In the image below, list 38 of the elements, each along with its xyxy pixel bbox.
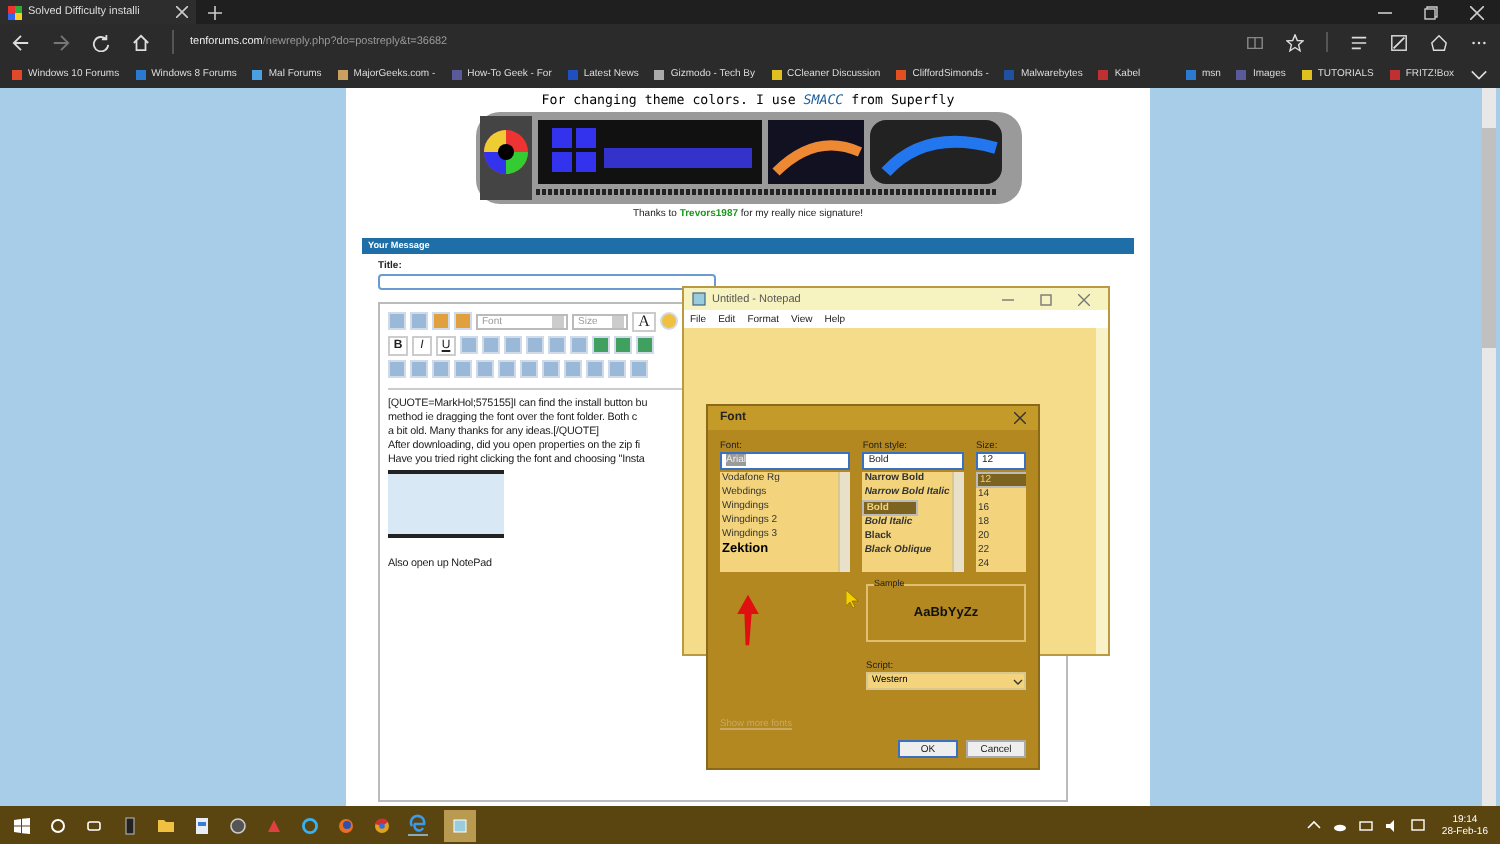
app-icon[interactable] <box>120 815 140 835</box>
hub-icon[interactable] <box>1350 33 1368 51</box>
screenshot-thumbnail[interactable] <box>388 470 504 538</box>
refresh-icon[interactable] <box>92 33 110 51</box>
chevron-up-icon[interactable] <box>1305 817 1322 833</box>
chrome-icon[interactable] <box>372 815 392 835</box>
notepad-icon[interactable] <box>444 809 476 841</box>
forward-icon[interactable] <box>52 33 70 51</box>
back-icon[interactable] <box>12 33 30 51</box>
title-field[interactable] <box>378 274 716 290</box>
share-icon[interactable] <box>1430 33 1448 51</box>
maximize-icon[interactable] <box>1040 293 1052 305</box>
scrollbar[interactable] <box>952 472 964 572</box>
font-color-button[interactable]: A <box>632 311 656 331</box>
mouse-pointer-icon <box>846 590 858 608</box>
internet-explorer-icon[interactable] <box>300 815 320 835</box>
site-logo-icon <box>8 5 22 19</box>
notification-icon[interactable] <box>1409 817 1426 833</box>
scrollbar[interactable] <box>1482 88 1496 806</box>
firefox-icon[interactable] <box>336 815 356 835</box>
chevron-down-icon[interactable] <box>1470 65 1488 83</box>
restore-icon[interactable] <box>1424 5 1438 19</box>
speaker-icon[interactable] <box>1383 817 1400 833</box>
reading-view-icon[interactable] <box>1246 33 1264 51</box>
document-icon[interactable] <box>192 815 212 835</box>
close-icon[interactable] <box>1014 412 1026 424</box>
home-icon[interactable] <box>132 33 150 51</box>
new-tab-icon[interactable] <box>208 5 222 19</box>
task-view-icon[interactable] <box>84 815 104 835</box>
note-pen-icon[interactable] <box>1390 33 1408 51</box>
folder-icon[interactable] <box>156 815 176 835</box>
windows-start-icon[interactable] <box>12 815 32 835</box>
star-icon[interactable] <box>1286 33 1304 51</box>
scrollbar[interactable] <box>838 472 851 572</box>
edge-icon[interactable] <box>408 814 428 836</box>
chevron-down-icon <box>1012 675 1024 687</box>
search-icon[interactable] <box>48 815 68 835</box>
notepad-icon <box>692 292 706 306</box>
